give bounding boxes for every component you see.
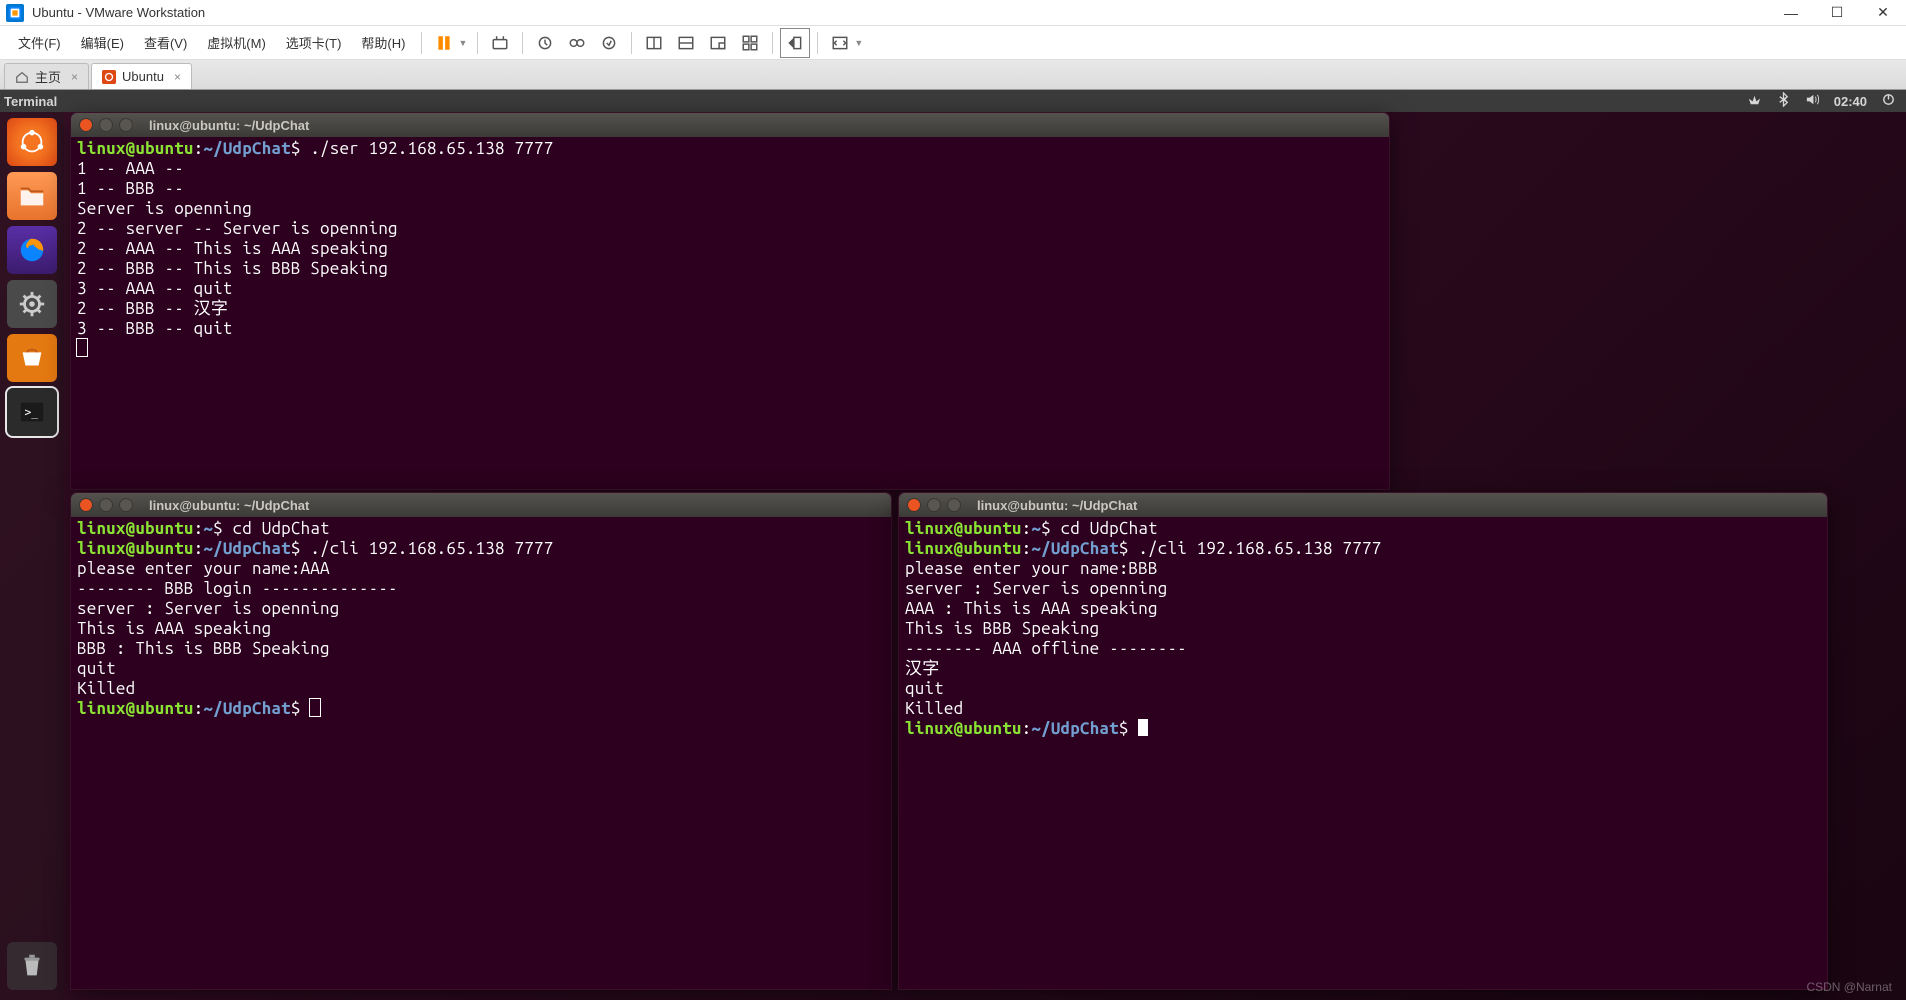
view-single-icon[interactable] — [640, 29, 668, 57]
software-button[interactable] — [7, 334, 57, 382]
terminal-titlebar[interactable]: linux@ubuntu: ~/UdpChat — [71, 493, 891, 517]
bluetooth-icon[interactable] — [1776, 92, 1791, 110]
minimize-button[interactable]: — — [1768, 0, 1814, 26]
app-titlebar: Ubuntu - VMware Workstation — ☐ ✕ — [0, 0, 1906, 26]
separator — [631, 32, 632, 54]
tab-label: Ubuntu — [122, 69, 164, 84]
snapshot-manager-icon[interactable] — [563, 29, 591, 57]
terminal-body[interactable]: linux@ubuntu:~/UdpChat$ ./ser 192.168.65… — [71, 137, 1389, 489]
window-minimize-icon[interactable] — [927, 498, 941, 512]
window-controls: — ☐ ✕ — [1768, 0, 1906, 26]
separator — [421, 32, 422, 54]
stretch-guest-icon[interactable] — [826, 29, 854, 57]
view-console-icon[interactable] — [672, 29, 700, 57]
menu-edit[interactable]: 编辑(E) — [71, 29, 134, 56]
menu-vm[interactable]: 虚拟机(M) — [197, 29, 276, 56]
pause-icon[interactable] — [430, 29, 458, 57]
clock[interactable]: 02:40 — [1834, 94, 1867, 109]
menu-file[interactable]: 文件(F) — [8, 29, 71, 56]
ubuntu-top-panel: Terminal 02:40 — [0, 90, 1906, 112]
menu-tabs[interactable]: 选项卡(T) — [276, 29, 352, 56]
unity-launcher: >_ — [0, 112, 64, 1000]
tab-label: 主页 — [35, 67, 61, 86]
separator — [772, 32, 773, 54]
terminal-titlebar[interactable]: linux@ubuntu: ~/UdpChat — [71, 113, 1389, 137]
window-close-icon[interactable] — [79, 118, 93, 132]
terminal-window-client-b[interactable]: linux@ubuntu: ~/UdpChat linux@ubuntu:~$ … — [898, 492, 1828, 990]
window-minimize-icon[interactable] — [99, 118, 113, 132]
window-close-icon[interactable] — [907, 498, 921, 512]
terminal-window-client-a[interactable]: linux@ubuntu: ~/UdpChat linux@ubuntu:~$ … — [70, 492, 892, 990]
window-close-icon[interactable] — [79, 498, 93, 512]
tab-home[interactable]: 主页 × — [4, 63, 89, 89]
terminal-button[interactable]: >_ — [7, 388, 57, 436]
firefox-button[interactable] — [7, 226, 57, 274]
tab-ubuntu[interactable]: Ubuntu × — [91, 63, 192, 89]
files-button[interactable] — [7, 172, 57, 220]
menu-view[interactable]: 查看(V) — [134, 29, 197, 56]
network-icon[interactable] — [1747, 92, 1762, 110]
close-button[interactable]: ✕ — [1860, 0, 1906, 26]
app-title: Ubuntu - VMware Workstation — [32, 5, 205, 20]
view-thumbnail-icon[interactable] — [704, 29, 732, 57]
dash-button[interactable] — [7, 118, 57, 166]
vmware-icon — [6, 4, 24, 22]
watermark: CSDN @Narnat — [1806, 980, 1892, 994]
dropdown-icon[interactable]: ▼ — [458, 38, 467, 48]
window-maximize-icon[interactable] — [947, 498, 961, 512]
volume-icon[interactable] — [1805, 92, 1820, 110]
window-maximize-icon[interactable] — [119, 118, 133, 132]
terminal-title: linux@ubuntu: ~/UdpChat — [977, 498, 1137, 513]
menu-help[interactable]: 帮助(H) — [351, 29, 415, 56]
maximize-button[interactable]: ☐ — [1814, 0, 1860, 26]
separator — [817, 32, 818, 54]
system-tray: 02:40 — [1747, 92, 1906, 110]
window-minimize-icon[interactable] — [99, 498, 113, 512]
ubuntu-icon — [102, 70, 116, 84]
view-unity-icon[interactable] — [736, 29, 764, 57]
terminal-window-server[interactable]: linux@ubuntu: ~/UdpChat linux@ubuntu:~/U… — [70, 112, 1390, 490]
separator — [477, 32, 478, 54]
cursor — [310, 699, 320, 716]
tabbar: 主页 × Ubuntu × — [0, 60, 1906, 90]
terminal-body[interactable]: linux@ubuntu:~$ cd UdpChat linux@ubuntu:… — [71, 517, 891, 989]
separator — [522, 32, 523, 54]
window-maximize-icon[interactable] — [119, 498, 133, 512]
menubar: 文件(F) 编辑(E) 查看(V) 虚拟机(M) 选项卡(T) 帮助(H) ▼ … — [0, 26, 1906, 60]
svg-text:>_: >_ — [25, 406, 39, 419]
settings-button[interactable] — [7, 280, 57, 328]
terminal-title: linux@ubuntu: ~/UdpChat — [149, 498, 309, 513]
enter-fullscreen-icon[interactable] — [781, 29, 809, 57]
panel-app-title: Terminal — [0, 94, 57, 109]
cursor — [1138, 719, 1148, 736]
snapshot-revert-icon[interactable] — [595, 29, 623, 57]
session-icon[interactable] — [1881, 92, 1896, 110]
guest-display[interactable]: Terminal 02:40 >_ linux@ubuntu: ~/UdpCha… — [0, 90, 1906, 1000]
snapshot-icon[interactable] — [531, 29, 559, 57]
terminal-body[interactable]: linux@ubuntu:~$ cd UdpChat linux@ubuntu:… — [899, 517, 1827, 989]
terminal-titlebar[interactable]: linux@ubuntu: ~/UdpChat — [899, 493, 1827, 517]
home-icon — [15, 70, 29, 84]
send-ctrl-alt-del-icon[interactable] — [486, 29, 514, 57]
terminal-title: linux@ubuntu: ~/UdpChat — [149, 118, 309, 133]
close-icon[interactable]: × — [71, 70, 78, 84]
cursor — [77, 339, 87, 356]
close-icon[interactable]: × — [174, 70, 181, 84]
dropdown-icon[interactable]: ▼ — [854, 38, 863, 48]
trash-button[interactable] — [7, 942, 57, 990]
